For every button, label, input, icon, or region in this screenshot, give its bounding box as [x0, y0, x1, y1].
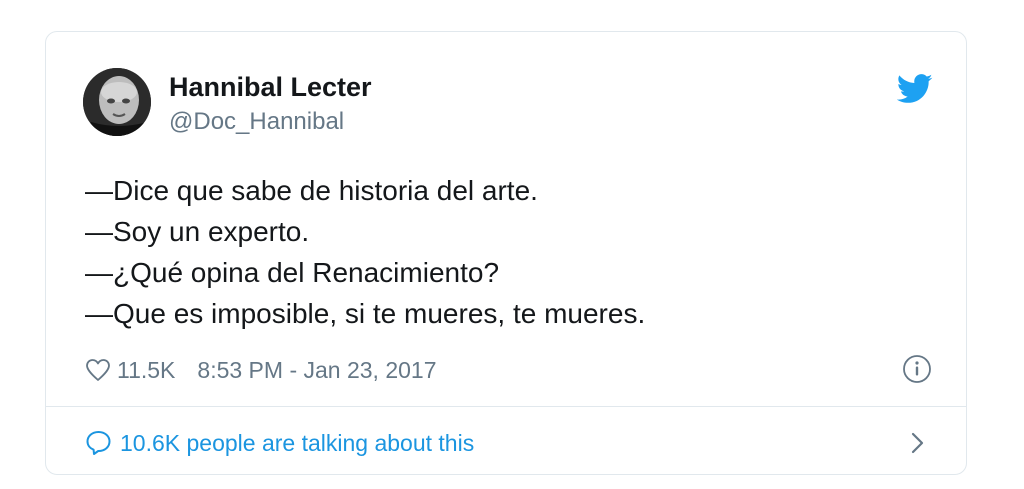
tweet-card[interactable]: Hannibal Lecter @Doc_Hannibal —Dice que … — [45, 31, 967, 475]
like-count[interactable]: 11.5K — [117, 357, 175, 384]
heart-icon[interactable] — [85, 358, 111, 382]
avatar[interactable] — [83, 68, 151, 136]
tweet-line: —¿Qué opina del Renacimiento? — [85, 257, 500, 288]
tweet-text: —Dice que sabe de historia del arte. —So… — [85, 170, 935, 334]
tweet-meta: 11.5K 8:53 PM - Jan 23, 2017 — [85, 355, 935, 385]
twitter-bird-icon[interactable] — [897, 74, 933, 104]
tweet-header: Hannibal Lecter @Doc_Hannibal — [83, 68, 933, 140]
author-name[interactable]: Hannibal Lecter — [169, 72, 372, 103]
divider — [46, 406, 966, 407]
tweet-line: —Dice que sabe de historia del arte. — [85, 175, 538, 206]
tweet-line: —Soy un experto. — [85, 216, 310, 247]
timestamp[interactable]: 8:53 PM - Jan 23, 2017 — [197, 357, 436, 384]
talking-link[interactable]: 10.6K people are talking about this — [85, 428, 474, 458]
tweet-line: —Que es imposible, si te mueres, te muer… — [85, 298, 646, 329]
speech-bubble-icon — [86, 431, 111, 455]
author-handle[interactable]: @Doc_Hannibal — [169, 108, 344, 136]
talking-label[interactable]: 10.6K people are talking about this — [120, 430, 474, 457]
avatar-portrait — [83, 68, 151, 136]
chevron-right-icon[interactable] — [910, 430, 926, 456]
info-icon[interactable] — [902, 354, 932, 384]
